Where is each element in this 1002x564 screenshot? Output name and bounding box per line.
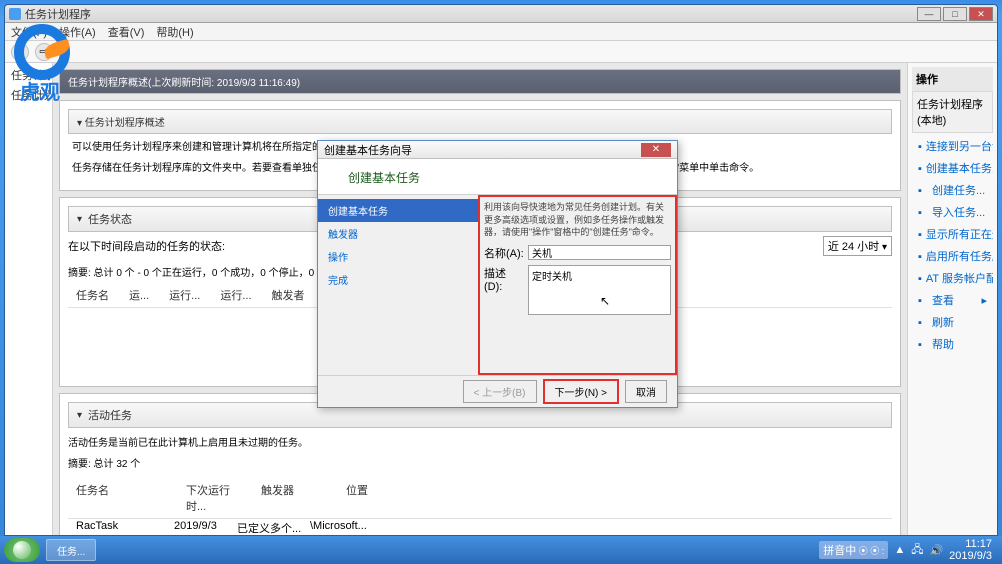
dialog-buttons: < 上一步(B) 下一步(N) > 取消 (318, 375, 677, 407)
actions-panel: 操作 任务计划程序 (本地) ▪连接到另一台计算机...▪创建基本任务...▪创… (907, 63, 997, 535)
toolbar: ⇦ ⇨ (5, 41, 997, 63)
action-item[interactable]: ▪AT 服务帐户配置 (912, 267, 993, 289)
minimize-button[interactable]: — (917, 7, 941, 21)
next-button[interactable]: 下一步(N) > (543, 379, 620, 404)
actions-title: 操作 (912, 67, 993, 91)
action-item[interactable]: ▪启用所有任务历史记录 (912, 245, 993, 267)
action-item[interactable]: ▪创建任务... (912, 179, 993, 201)
window-controls: — □ ✕ (917, 7, 993, 21)
step-trigger[interactable]: 触发器 (318, 222, 478, 245)
period-combo[interactable]: 近 24 小时 ▾ (823, 236, 892, 256)
close-button[interactable]: ✕ (969, 7, 993, 21)
dialog-title: 创建基本任务向导 (324, 142, 641, 158)
overview-header: 任务计划程序概述(上次刷新时间: 2019/9/3 11:16:49) (59, 69, 901, 94)
action-icon: ▪ (918, 251, 922, 261)
forward-button[interactable]: ⇨ (35, 43, 53, 61)
create-task-dialog: 创建基本任务向导 ✕ 创建基本任务 创建基本任务 触发器 操作 完成 利用该向导… (317, 140, 678, 408)
titlebar: 任务计划程序 — □ ✕ (5, 5, 997, 23)
prev-button: < 上一步(B) (463, 380, 537, 403)
dialog-form: 利用该向导快速地为常见任务创建计划。有关更多高级选项或设置，例如多任务操作或触发… (478, 195, 677, 375)
step-action[interactable]: 操作 (318, 245, 478, 268)
action-icon: ▪ (918, 229, 922, 239)
table-row[interactable]: RacTask2019/9/3 ...已定义多个...\Microsoft... (68, 519, 892, 535)
taskbar: 任务... 拼音中 ⦿ ⦿ : ▲ 🖧 🔊 11:17 2019/9/3 (0, 536, 1002, 564)
dialog-titlebar: 创建基本任务向导 ✕ (318, 141, 677, 159)
action-icon: ▪ (918, 295, 928, 305)
overview-sub: ▾ 任务计划程序概述 (68, 109, 892, 134)
action-item[interactable]: ▪帮助 (912, 333, 993, 355)
cancel-button[interactable]: 取消 (625, 380, 667, 403)
dialog-steps: 创建基本任务 触发器 操作 完成 (318, 195, 478, 375)
menu-action[interactable]: 操作(A) (59, 24, 96, 40)
menubar: 文件(F) 操作(A) 查看(V) 帮助(H) (5, 23, 997, 41)
form-hint: 利用该向导快速地为常见任务创建计划。有关更多高级选项或设置，例如多任务操作或触发… (484, 201, 671, 239)
action-icon: ▪ (918, 317, 928, 327)
status-prompt: 在以下时间段启动的任务的状态: (68, 238, 225, 254)
tray-volume-icon[interactable]: 🔊 (929, 544, 943, 557)
action-item[interactable]: ▪刷新 (912, 311, 993, 333)
tray-network-icon[interactable]: 🖧 (911, 541, 923, 560)
actions-subtitle: 任务计划程序 (本地) (912, 91, 993, 133)
name-input[interactable] (528, 245, 671, 260)
tree-panel: 任务计划 任务计划 (5, 63, 53, 535)
system-tray: 拼音中 ⦿ ⦿ : ▲ 🖧 🔊 11:17 2019/9/3 (819, 538, 998, 562)
active-section: ▾ 活动任务 活动任务是当前已在此计算机上启用且未过期的任务。 摘要: 总计 3… (59, 393, 901, 535)
maximize-button[interactable]: □ (943, 7, 967, 21)
cursor-icon: ↖ (600, 294, 610, 308)
dialog-body: 创建基本任务 触发器 操作 完成 利用该向导快速地为常见任务创建计划。有关更多高… (318, 195, 677, 375)
step-basic[interactable]: 创建基本任务 (318, 199, 478, 222)
back-button[interactable]: ⇦ (11, 43, 29, 61)
tree-item[interactable]: 任务计划 (7, 65, 50, 85)
menu-help[interactable]: 帮助(H) (156, 24, 193, 40)
action-icon: ▪ (918, 185, 928, 195)
action-item[interactable]: ▪连接到另一台计算机... (912, 135, 993, 157)
start-button[interactable] (4, 538, 40, 562)
tray-flag-icon[interactable]: ▲ (894, 544, 905, 556)
taskbar-app[interactable]: 任务... (46, 539, 96, 561)
tray-clock[interactable]: 11:17 2019/9/3 (949, 538, 992, 562)
desc-label: 描述(D): (484, 265, 524, 293)
ime-indicator[interactable]: 拼音中 ⦿ ⦿ : (819, 541, 888, 559)
app-icon (9, 8, 21, 20)
action-icon: ▪ (918, 141, 922, 151)
step-finish[interactable]: 完成 (318, 268, 478, 291)
active-desc: 活动任务是当前已在此计算机上启用且未过期的任务。 (68, 428, 892, 455)
action-item[interactable]: ▪创建基本任务... (912, 157, 993, 179)
tree-item[interactable]: 任务计划 (7, 85, 50, 105)
action-icon: ▪ (918, 207, 928, 217)
action-item[interactable]: ▪显示所有正在运行的... (912, 223, 993, 245)
action-item[interactable]: ▪导入任务... (912, 201, 993, 223)
action-icon: ▪ (918, 163, 922, 173)
action-item[interactable]: ▪查看 ▸ (912, 289, 993, 311)
name-label: 名称(A): (484, 245, 524, 261)
menu-file[interactable]: 文件(F) (11, 24, 47, 40)
menu-view[interactable]: 查看(V) (108, 24, 145, 40)
active-summary: 摘要: 总计 32 个 (68, 455, 892, 478)
active-columns: 任务名 下次运行时... 触发器 位置 (68, 478, 892, 519)
window-title: 任务计划程序 (25, 6, 917, 22)
action-icon: ▪ (918, 273, 922, 283)
dialog-banner: 创建基本任务 (318, 159, 677, 195)
active-task-list: RacTask2019/9/3 ...已定义多个...\Microsoft...… (68, 519, 892, 535)
action-icon: ▪ (918, 339, 928, 349)
dialog-close-button[interactable]: ✕ (641, 143, 671, 157)
